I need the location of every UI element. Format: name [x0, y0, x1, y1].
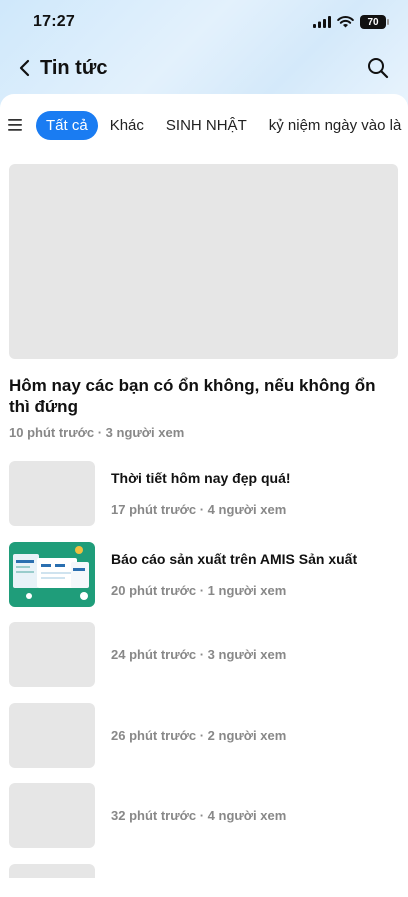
article-title: Báo cáo sản xuất trên AMIS Sản xuất: [111, 550, 358, 567]
menu-icon: [8, 119, 22, 131]
back-chevron-icon: [19, 59, 29, 77]
menu-button[interactable]: [8, 110, 22, 140]
status-bar: 17:27 70: [0, 0, 408, 44]
article-meta: 17 phút trước · 4 người xem: [111, 502, 287, 517]
featured-image: [9, 164, 398, 359]
article-thumbnail: [9, 541, 95, 607]
list-item[interactable]: Báo cáo sản xuất trên AMIS Sản xuất 20 p…: [0, 541, 408, 607]
article-title: Thời tiết hôm nay đẹp quá!: [111, 470, 291, 486]
page-title: Tin tức: [40, 56, 108, 79]
list-item[interactable]: [0, 863, 408, 878]
featured-meta: 10 phút trước · 3 người xem: [9, 425, 185, 440]
list-item[interactable]: 24 phút trước · 3 người xem: [0, 622, 408, 687]
list-item[interactable]: 32 phút trước · 4 người xem: [0, 783, 408, 848]
tab-anniversary[interactable]: kỷ niệm ngày vào là: [259, 111, 408, 140]
tab-all[interactable]: Tất cả: [36, 110, 98, 140]
tab-birthday[interactable]: SINH NHẬT: [156, 111, 257, 140]
article-meta: 24 phút trước · 3 người xem: [111, 647, 287, 662]
search-icon: [368, 58, 389, 79]
tab-other[interactable]: Khác: [100, 111, 154, 140]
list-item[interactable]: 26 phút trước · 2 người xem: [0, 702, 408, 768]
status-icons: 70: [313, 15, 389, 29]
wifi-icon: [337, 16, 354, 28]
article-meta: 20 phút trước · 1 người xem: [111, 582, 287, 598]
search-button[interactable]: [360, 50, 396, 86]
main-content: Tất cả Khác SINH NHẬT kỷ niệm ngày vào l…: [0, 94, 408, 897]
nav-bar: Tin tức: [0, 48, 408, 88]
report-dashboard-image: [9, 541, 95, 607]
signal-icon: [313, 16, 331, 28]
back-button[interactable]: [10, 50, 38, 86]
article-meta: 32 phút trước · 4 người xem: [111, 808, 287, 823]
article-thumbnail: [9, 783, 95, 848]
article-thumbnail: [9, 622, 95, 687]
article-thumbnail: [9, 702, 95, 768]
featured-article[interactable]: Hôm nay các bạn có ổn không, nếu không ổ…: [0, 156, 408, 440]
article-thumbnail: [9, 461, 95, 526]
article-list: Thời tiết hôm nay đẹp quá! 17 phút trước…: [0, 461, 408, 878]
battery-icon: 70: [360, 15, 389, 29]
status-time: 17:27: [33, 13, 75, 30]
article-meta: 26 phút trước · 2 người xem: [111, 727, 287, 743]
article-thumbnail: [9, 863, 95, 878]
category-tabs: Tất cả Khác SINH NHẬT kỷ niệm ngày vào l…: [0, 94, 408, 156]
list-item[interactable]: Thời tiết hôm nay đẹp quá! 17 phút trước…: [0, 461, 408, 526]
featured-title: Hôm nay các bạn có ổn không, nếu không ổ…: [9, 376, 376, 416]
